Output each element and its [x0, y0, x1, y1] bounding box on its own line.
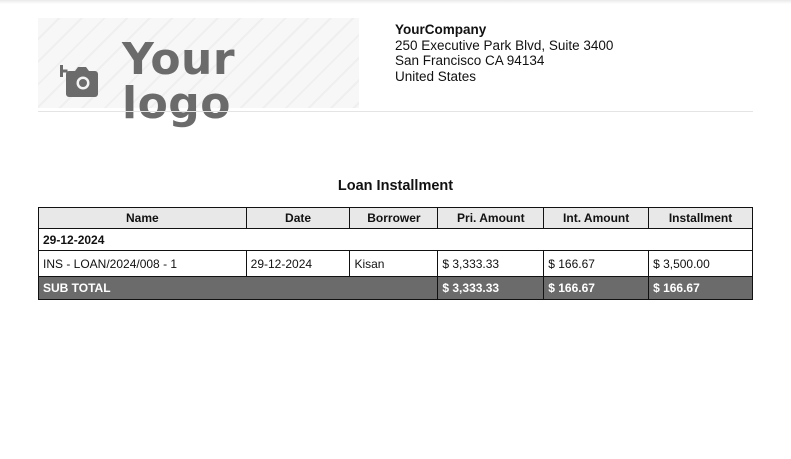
- col-header-installment: Installment: [648, 207, 753, 229]
- subtotal-label: SUB TOTAL: [37, 276, 439, 300]
- col-header-date: Date: [245, 207, 351, 229]
- company-address-block: YourCompany 250 Executive Park Blvd, Sui…: [395, 22, 613, 84]
- table-header-row: Name Date Borrower Pri. Amount Int. Amou…: [38, 207, 753, 229]
- cell-int-amount: $ 166.67: [543, 250, 650, 277]
- cell-installment: $ 3,500.00: [648, 250, 753, 277]
- col-header-name: Name: [38, 207, 247, 229]
- group-label: 29-12-2024: [38, 228, 753, 251]
- col-header-pri-amount: Pri. Amount: [437, 207, 545, 229]
- installment-table: Name Date Borrower Pri. Amount Int. Amou…: [37, 207, 753, 300]
- camera-add-icon: [55, 61, 102, 104]
- subtotal-row: SUB TOTAL $ 3,333.33 $ 166.67 $ 166.67: [37, 276, 753, 300]
- col-header-int-amount: Int. Amount: [543, 207, 650, 229]
- subtotal-int-amount: $ 166.67: [543, 276, 650, 300]
- company-logo: Your logo: [38, 18, 359, 126]
- cell-name: INS - LOAN/2024/008 - 1: [38, 250, 247, 277]
- report-title: Loan Installment: [337, 178, 454, 194]
- header-divider: [38, 111, 753, 112]
- top-shadow: [0, 0, 791, 4]
- table-row: INS - LOAN/2024/008 - 1 29-12-2024 Kisan…: [38, 250, 753, 277]
- subtotal-pri-amount: $ 3,333.33: [437, 276, 545, 300]
- cell-pri-amount: $ 3,333.33: [437, 250, 545, 277]
- cell-date: 29-12-2024: [245, 250, 351, 277]
- address-line-1: 250 Executive Park Blvd, Suite 3400: [395, 37, 614, 53]
- logo-text: Your logo: [122, 34, 236, 129]
- subtotal-installment: $ 166.67: [648, 276, 753, 300]
- group-row: 29-12-2024: [38, 228, 753, 251]
- address-country: United States: [395, 68, 477, 84]
- cell-borrower: Kisan: [349, 250, 439, 277]
- company-name: YourCompany: [395, 22, 487, 37]
- address-line-2: San Francisco CA 94134: [395, 53, 545, 69]
- col-header-borrower: Borrower: [349, 207, 439, 229]
